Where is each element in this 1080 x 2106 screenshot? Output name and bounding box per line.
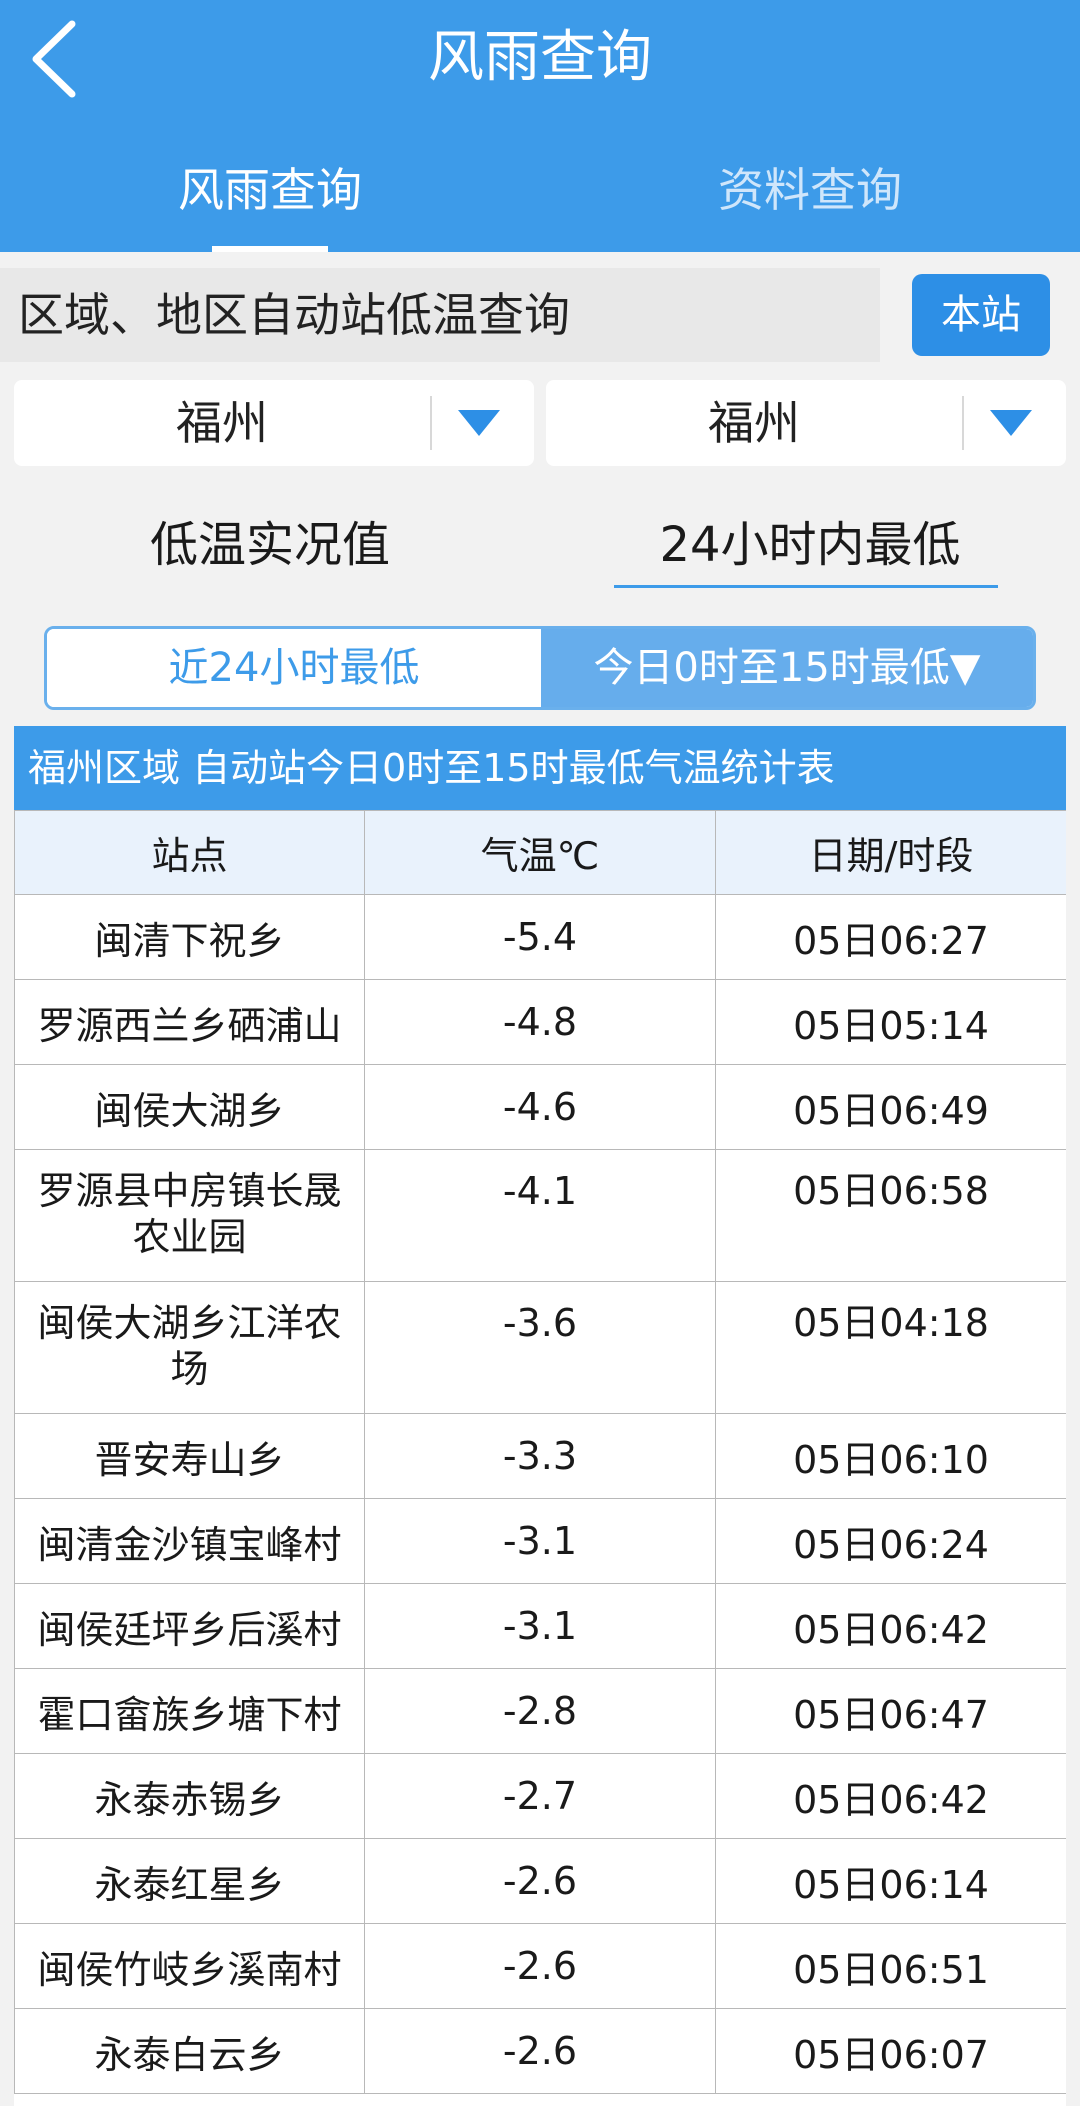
table-title: 福州区域 自动站今日0时至15时最低气温统计表 [14,726,1066,810]
cell-station: 永泰白云乡 [14,2008,365,2094]
table-row[interactable]: 闽侯竹岐乡溪南村 -2.6 05日06:51 [14,1923,1066,2009]
cell-station: 永泰赤锡乡 [14,1753,365,1839]
cell-time: 05日06:58 [715,1149,1066,1282]
tab-fengyu-query[interactable]: 风雨查询 [130,150,410,230]
mode-24h-min[interactable]: 24小时内最低 [620,505,1000,585]
cell-time: 05日06:42 [715,1583,1066,1669]
this-station-button[interactable]: 本站 [912,274,1050,356]
table-row[interactable]: 闽侯大湖乡 -4.6 05日06:49 [14,1064,1066,1150]
segment-today-0-15[interactable]: 今日0时至15时最低▼ [541,629,1033,707]
cell-temp: -4.1 [364,1149,716,1282]
table-row[interactable]: 闽侯廷坪乡后溪村 -3.1 05日06:42 [14,1583,1066,1669]
cell-time: 05日06:47 [715,1668,1066,1754]
cell-time: 05日06:10 [715,1413,1066,1499]
cell-temp: -3.6 [364,1281,716,1414]
cell-temp: -3.1 [364,1498,716,1584]
cell-station: 闽侯竹岐乡溪南村 [14,1923,365,2009]
column-header-time: 日期/时段 [715,810,1066,895]
table-row[interactable]: 闽侯大湖乡江洋农场 -3.6 05日04:18 [14,1281,1066,1414]
cell-time: 05日06:42 [715,1753,1066,1839]
cell-station: 罗源县中房镇长晟农业园 [14,1149,365,1282]
cell-station: 霍口畲族乡塘下村 [14,1668,365,1754]
cell-station: 闽清金沙镇宝峰村 [14,1498,365,1584]
table-row[interactable]: 永泰白云乡 -2.6 05日06:07 [14,2008,1066,2094]
cell-time: 05日06:27 [715,894,1066,980]
column-header-station: 站点 [14,810,365,895]
segment-last-24h[interactable]: 近24小时最低 [47,629,541,707]
cell-temp: -3.3 [364,1413,716,1499]
region-select[interactable]: 福州 [14,380,534,466]
query-type-label: 区域、地区自动站低温查询 [0,268,880,362]
dropdown-triangle-icon[interactable] [454,406,504,440]
cell-station: 闽侯大湖乡江洋农场 [14,1281,365,1414]
page-title: 风雨查询 [428,25,652,90]
area-select[interactable]: 福州 [546,380,1066,466]
cell-time: 05日06:49 [715,1064,1066,1150]
table-row[interactable]: 永泰赤锡乡 -2.7 05日06:42 [14,1753,1066,1839]
cell-station: 永泰红星乡 [14,1838,365,1924]
table-row[interactable]: 罗源西兰乡硒浦山 -4.8 05日05:14 [14,979,1066,1065]
cell-time: 05日06:51 [715,1923,1066,2009]
cell-station: 晋安寿山乡 [14,1413,365,1499]
table-header-row: 站点 气温℃ 日期/时段 [14,810,1066,895]
min-temp-table: 福州区域 自动站今日0时至15时最低气温统计表 站点 气温℃ 日期/时段 闽清下… [14,726,1066,2106]
active-mode-indicator [614,585,998,588]
cell-station: 闽清下祝乡 [14,894,365,980]
table-row[interactable]: 霍口畲族乡塘下村 -2.8 05日06:47 [14,1668,1066,1754]
dropdown-triangle-icon[interactable] [986,406,1036,440]
area-select-value: 福州 [708,396,800,450]
cell-station: 闽侯大湖乡 [14,1064,365,1150]
tab-data-query[interactable]: 资料查询 [670,150,950,230]
cell-time: 05日06:07 [715,2008,1066,2094]
table-row[interactable]: 永泰红星乡 -2.6 05日06:14 [14,1838,1066,1924]
region-select-value: 福州 [176,396,268,450]
cell-time: 05日04:18 [715,1281,1066,1414]
cell-temp: -2.6 [364,2008,716,2094]
period-segmented-control: 近24小时最低 今日0时至15时最低▼ [44,626,1036,710]
cell-time: 05日06:24 [715,1498,1066,1584]
cell-temp: -2.6 [364,1838,716,1924]
cell-time: 05日05:14 [715,979,1066,1065]
table-row[interactable]: 闽清金沙镇宝峰村 -3.1 05日06:24 [14,1498,1066,1584]
cell-temp: -4.8 [364,979,716,1065]
cell-time: 05日06:14 [715,1838,1066,1924]
data-table: 站点 气温℃ 日期/时段 闽清下祝乡 -5.4 05日06:27 罗源西兰乡硒浦山 -4… [14,810,1066,2094]
table-row[interactable]: 晋安寿山乡 -3.3 05日06:10 [14,1413,1066,1499]
table-row[interactable]: 罗源县中房镇长晟农业园 -4.1 05日06:58 [14,1149,1066,1282]
select-divider [430,396,432,450]
cell-temp: -2.7 [364,1753,716,1839]
column-header-temp: 气温℃ [364,810,716,895]
cell-temp: -3.1 [364,1583,716,1669]
app-header: 风雨查询 风雨查询 资料查询 [0,0,1080,252]
table-row[interactable]: 闽清下祝乡 -5.4 05日06:27 [14,894,1066,980]
cell-temp: -2.8 [364,1668,716,1754]
cell-temp: -5.4 [364,894,716,980]
active-tab-indicator [212,246,328,252]
cell-temp: -4.6 [364,1064,716,1150]
select-divider [962,396,964,450]
mode-live-value[interactable]: 低温实况值 [110,505,430,585]
cell-temp: -2.6 [364,1923,716,2009]
cell-station: 闽侯廷坪乡后溪村 [14,1583,365,1669]
cell-station: 罗源西兰乡硒浦山 [14,979,365,1065]
